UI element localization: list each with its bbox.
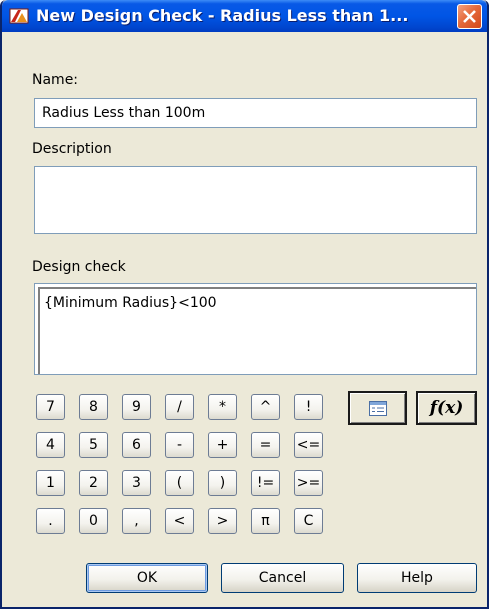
key-1[interactable]: 1 <box>36 470 65 496</box>
key-multiply[interactable]: * <box>208 394 237 420</box>
autocad-civil-icon <box>9 7 29 25</box>
key-3[interactable]: 3 <box>122 470 151 496</box>
insert-function-button[interactable]: f(x) <box>416 391 477 425</box>
key-greater-than[interactable]: > <box>208 508 237 534</box>
key-minus[interactable]: - <box>165 432 194 458</box>
cancel-button[interactable]: Cancel <box>221 563 344 593</box>
title-bar[interactable]: New Design Check - Radius Less than 1... <box>2 0 487 32</box>
key-less-equal[interactable]: <= <box>294 432 323 458</box>
key-0[interactable]: 0 <box>79 508 108 534</box>
key-comma[interactable]: , <box>122 508 151 534</box>
ok-button[interactable]: OK <box>86 563 208 593</box>
key-7[interactable]: 7 <box>36 394 65 420</box>
key-6[interactable]: 6 <box>122 432 151 458</box>
key-less-than[interactable]: < <box>165 508 194 534</box>
key-open-paren[interactable]: ( <box>165 470 194 496</box>
description-label: Description <box>32 141 112 157</box>
key-greater-equal[interactable]: >= <box>294 470 323 496</box>
key-decimal[interactable]: . <box>36 508 65 534</box>
key-8[interactable]: 8 <box>79 394 108 420</box>
insert-property-button[interactable] <box>348 391 407 425</box>
key-divide[interactable]: / <box>165 394 194 420</box>
key-2[interactable]: 2 <box>79 470 108 496</box>
key-not-equal[interactable]: != <box>251 470 280 496</box>
design-check-field[interactable]: {Minimum Radius}<100 <box>34 283 477 375</box>
property-list-icon <box>369 401 387 416</box>
key-clear[interactable]: C <box>294 508 323 534</box>
description-field[interactable] <box>34 166 477 234</box>
key-5[interactable]: 5 <box>79 432 108 458</box>
function-label: f(x) <box>429 398 464 418</box>
key-factorial[interactable]: ! <box>294 394 323 420</box>
new-design-check-dialog: New Design Check - Radius Less than 1...… <box>0 0 489 609</box>
key-4[interactable]: 4 <box>36 432 65 458</box>
design-check-expression: {Minimum Radius}<100 <box>44 295 217 311</box>
key-9[interactable]: 9 <box>122 394 151 420</box>
key-plus[interactable]: + <box>208 432 237 458</box>
help-button[interactable]: Help <box>357 563 477 593</box>
design-check-inner-border: {Minimum Radius}<100 <box>38 287 476 374</box>
design-check-label: Design check <box>32 259 126 275</box>
key-close-paren[interactable]: ) <box>208 470 237 496</box>
window-title: New Design Check - Radius Less than 1... <box>36 6 409 25</box>
key-pi[interactable]: π <box>251 508 280 534</box>
name-field[interactable]: Radius Less than 100m <box>34 98 477 128</box>
name-label: Name: <box>32 72 79 88</box>
key-power[interactable]: ^ <box>251 394 280 420</box>
close-button[interactable] <box>457 4 482 29</box>
key-equals[interactable]: = <box>251 432 280 458</box>
close-icon <box>463 10 476 23</box>
